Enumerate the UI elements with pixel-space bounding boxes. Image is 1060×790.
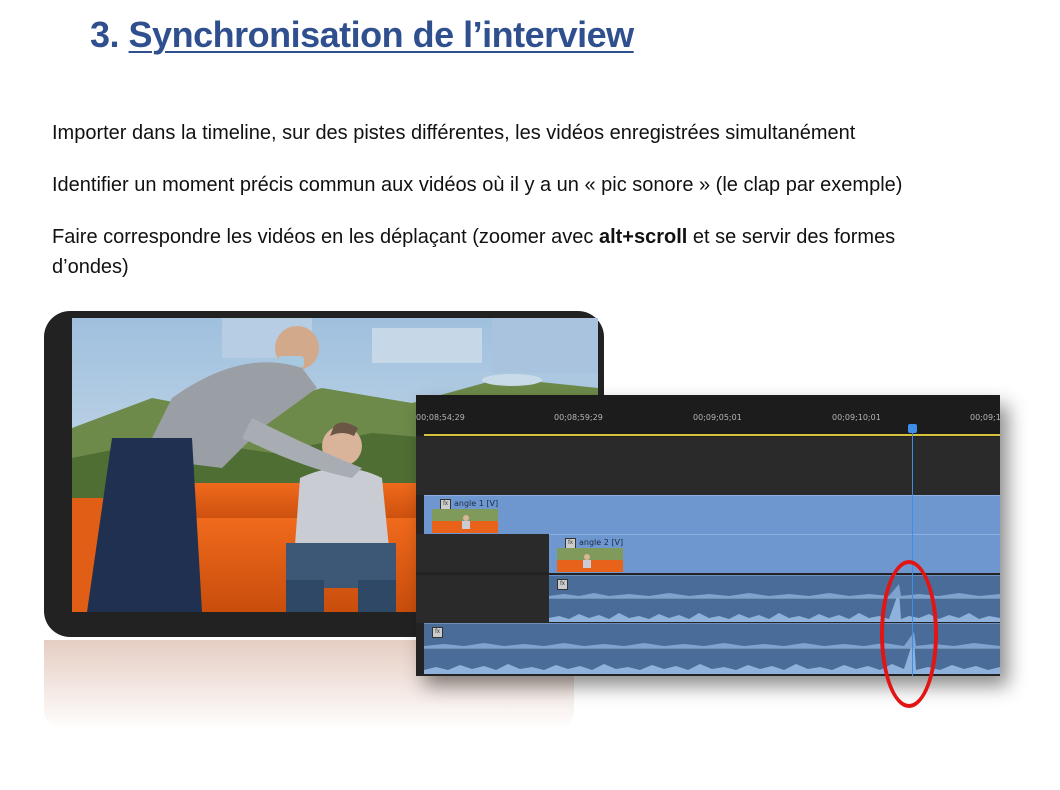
clip-thumbnail-image [432,509,498,533]
instruction-line-1: Importer dans la timeline, sur des piste… [52,122,856,144]
title-text: Synchronisation de l’interview [128,14,635,55]
fx-icon: fx [432,627,443,638]
clip-label: angle 1 [V] [454,499,499,508]
timecode-label: 00;08;54;29 [416,413,465,422]
timecode-label: 00;09;1 [970,413,1000,422]
timecode-label: 00;08;59;29 [554,413,603,422]
clip-label: angle 2 [V] [579,538,624,547]
video-clip-angle-2[interactable]: fx angle 2 [V] [549,534,1000,573]
title-number: 3. [90,14,120,55]
instruction-line-3-end: et se servir des formes [687,226,896,248]
page-title: 3. Synchronisation de l’interview [90,14,634,56]
clip-thumbnail-image [557,548,623,572]
work-area-bar[interactable] [424,434,1000,436]
instruction-line-2: Identifier un moment précis commun aux v… [52,174,903,196]
shortcut-alt-scroll: alt+scroll [598,226,688,248]
empty-track [416,534,549,572]
instruction-line-3-cont: d’ondes) [52,256,129,278]
timecode-label: 00;09;05;01 [693,413,742,422]
empty-track [416,575,549,623]
video-clip-angle-1[interactable]: fx angle 1 [V] [424,495,1000,534]
sync-peak-highlight [880,560,938,708]
instructions: Importer dans la timeline, sur des piste… [52,118,1012,304]
timecode-label: 00;09;10;01 [832,413,881,422]
instruction-line-3-start: Faire correspondre les vidéos en les dép… [52,226,599,248]
fx-icon: fx [557,579,568,590]
instruction-line-3: Faire correspondre les vidéos en les dép… [52,222,1012,282]
